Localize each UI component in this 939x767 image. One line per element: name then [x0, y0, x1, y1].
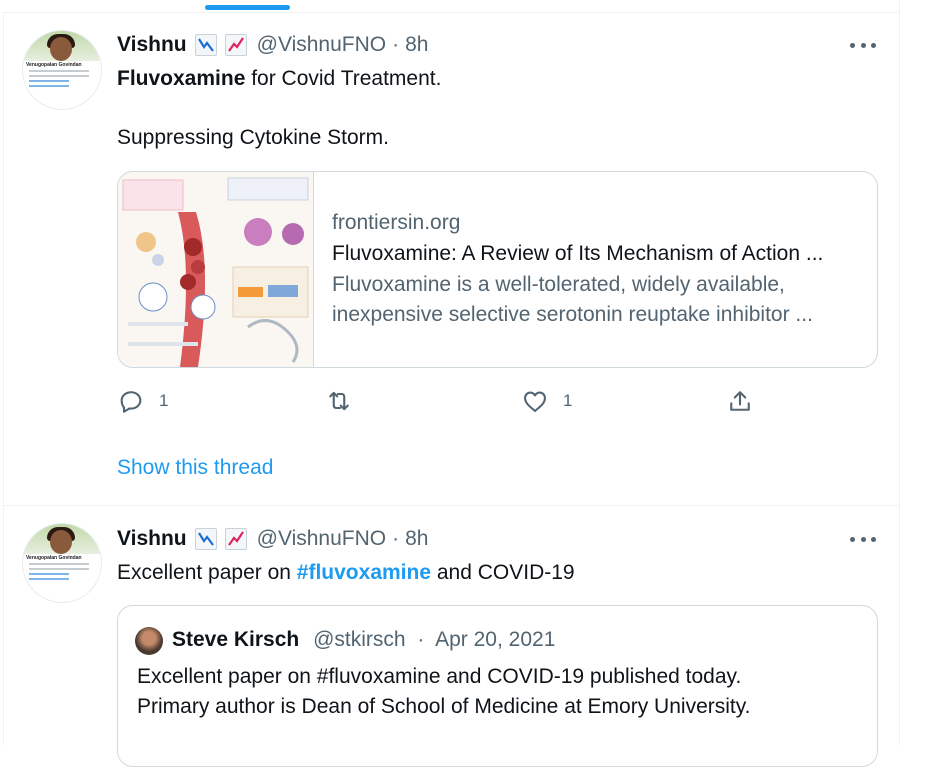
chart-increasing-emoji-icon	[224, 34, 247, 56]
link-preview-card[interactable]: frontiersin.org Fluvoxamine: A Review of…	[117, 171, 878, 368]
separator-dot: ·	[392, 527, 400, 550]
card-title: Fluvoxamine: A Review of Its Mechanism o…	[332, 242, 824, 265]
quoted-separator: ·	[417, 628, 425, 651]
tweet-divider	[3, 505, 900, 506]
top-divider	[3, 12, 900, 13]
action-bar: 1 1	[117, 386, 767, 416]
quoted-text: Excellent paper on #fluvoxamine and COVI…	[137, 662, 751, 722]
quoted-header: Steve Kirsch @stkirsch · Apr 20, 2021	[172, 626, 555, 654]
reply-button[interactable]: 1	[117, 386, 168, 416]
quoted-tweet[interactable]: Steve Kirsch @stkirsch · Apr 20, 2021 Ex…	[117, 605, 878, 767]
chart-decreasing-emoji-icon	[194, 34, 217, 56]
tweet-header: Vishnu @VishnuFNO · 8h	[117, 32, 428, 58]
timestamp[interactable]: 8h	[405, 33, 428, 57]
retweet-button[interactable]	[325, 386, 367, 416]
tweet-header: Vishnu @VishnuFNO · 8h	[117, 526, 428, 552]
avatar-face	[50, 37, 72, 61]
handle[interactable]: @VishnuFNO	[257, 527, 386, 551]
tweet-text-after: and COVID-19	[431, 561, 575, 584]
right-gutter	[900, 0, 939, 745]
tweet-text-line-2: Suppressing Cytokine Storm.	[117, 126, 389, 149]
card-description-line-1: Fluvoxamine is a well-tolerated, widely …	[332, 273, 785, 296]
card-thumbnail	[118, 172, 314, 367]
tweet-text-before: Excellent paper on	[117, 561, 297, 584]
like-button[interactable]: 1	[521, 386, 572, 416]
more-options-icon[interactable]	[850, 40, 876, 50]
card-domain: frontiersin.org	[332, 211, 461, 234]
separator-dot: ·	[392, 33, 400, 56]
quoted-date: Apr 20, 2021	[435, 628, 556, 651]
timeline-border-left	[3, 12, 4, 745]
tweet-text-line-1: Fluvoxamine for Covid Treatment.	[117, 65, 441, 93]
quoted-handle: @stkirsch	[313, 628, 406, 651]
avatar-bio-lines	[29, 563, 89, 583]
avatar-caption: Venugopalan Govindan	[26, 62, 82, 68]
display-name[interactable]: Vishnu	[117, 33, 187, 57]
display-name[interactable]: Vishnu	[117, 527, 187, 551]
timestamp[interactable]: 8h	[405, 527, 428, 551]
speech-bubble-icon	[120, 391, 142, 413]
card-text: frontiersin.org Fluvoxamine: A Review of…	[332, 208, 867, 330]
tweet-text-rest: for Covid Treatment.	[245, 67, 442, 90]
tweet-text: Excellent paper on #fluvoxamine and COVI…	[117, 559, 575, 587]
avatar[interactable]: Venugopalan Govindan	[22, 30, 102, 110]
quoted-text-line-2: Primary author is Dean of School of Medi…	[137, 695, 751, 718]
avatar-bio-lines	[29, 70, 89, 90]
handle[interactable]: @VishnuFNO	[257, 33, 386, 57]
tweet-text-bold: Fluvoxamine	[117, 67, 246, 90]
show-thread-link[interactable]: Show this thread	[117, 456, 273, 480]
hashtag-link[interactable]: #fluvoxamine	[297, 561, 431, 584]
card-description-line-2: inexpensive selective serotonin reuptake…	[332, 303, 813, 326]
retweet-arrows-icon	[329, 391, 349, 411]
chart-decreasing-emoji-icon	[194, 528, 217, 550]
active-tab-indicator	[205, 5, 290, 10]
quoted-text-line-1: Excellent paper on #fluvoxamine and COVI…	[137, 665, 742, 688]
like-count: 1	[563, 391, 573, 410]
quoted-display-name: Steve Kirsch	[172, 628, 300, 651]
chart-increasing-emoji-icon	[224, 528, 247, 550]
share-button[interactable]	[726, 386, 754, 416]
avatar-caption: Venugopalan Govindan	[26, 555, 82, 561]
avatar-face	[50, 530, 72, 554]
reply-count: 1	[159, 391, 169, 410]
avatar[interactable]: Venugopalan Govindan	[22, 523, 102, 603]
more-options-icon[interactable]	[850, 534, 876, 544]
share-upload-icon	[730, 391, 750, 411]
quoted-avatar	[135, 627, 163, 655]
heart-icon	[524, 391, 546, 412]
